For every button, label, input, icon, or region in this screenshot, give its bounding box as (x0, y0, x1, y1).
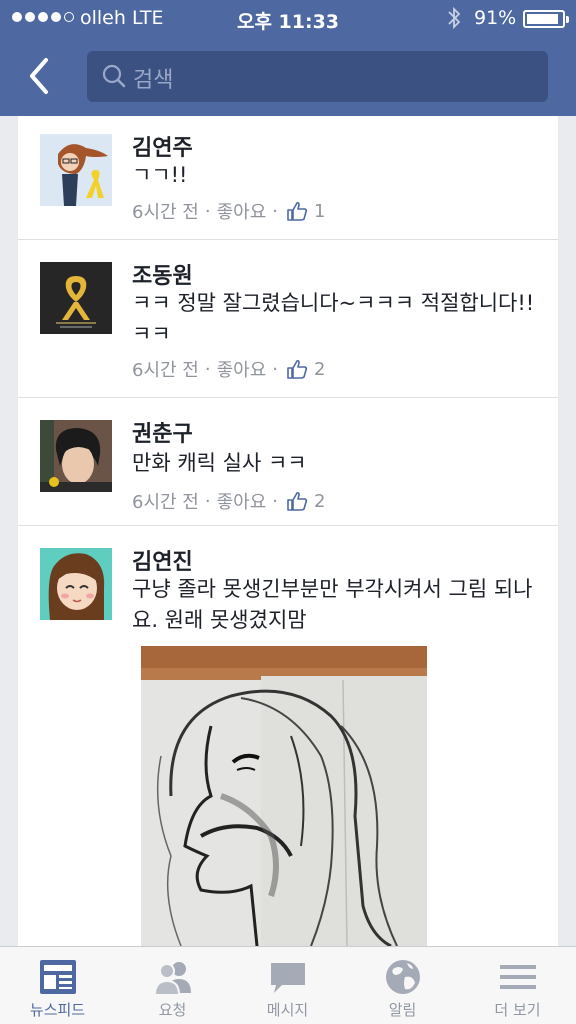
comment-item: 김연주 ㄱㄱ!! 6시간 전 · 좋아요 · 1 (18, 116, 558, 240)
tab-label: 뉴스피드 (29, 1001, 86, 1019)
comment-author[interactable]: 권춘구 (132, 416, 193, 448)
comment-meta: 6시간 전 · 좋아요 · 2 (132, 488, 325, 514)
status-bar: olleh LTE 오후 11:33 91% (0, 0, 576, 38)
tab-label: 알림 (388, 1001, 417, 1019)
comment-item: 권춘구 만화 캐릭 실사 ㅋㅋ 6시간 전 · 좋아요 · 2 (18, 398, 558, 526)
comment-meta: 6시간 전 · 좋아요 · 2 (132, 356, 325, 382)
tab-notifications[interactable]: 알림 (345, 947, 460, 1024)
comment-text: 만화 캐릭 실사 ㅋㅋ (132, 451, 307, 475)
comment-author[interactable]: 김연주 (132, 130, 193, 162)
separator: · (204, 200, 211, 222)
comment-meta: 6시간 전 · 좋아요 · 1 (132, 198, 325, 224)
like-count[interactable]: 2 (314, 491, 325, 512)
tab-more[interactable]: 더 보기 (460, 947, 575, 1024)
comment-time: 6시간 전 (132, 202, 199, 223)
tab-news-feed[interactable]: 뉴스피드 (0, 947, 115, 1024)
separator: · (272, 490, 279, 512)
friend-requests-icon (153, 962, 191, 996)
avatar[interactable] (40, 262, 112, 334)
like-count[interactable]: 1 (314, 201, 325, 222)
comments-list: 김연주 ㄱㄱ!! 6시간 전 · 좋아요 · 1 조동원 ㅋㅋ 정말 잘그렸습니… (18, 116, 558, 946)
menu-icon (500, 965, 536, 989)
avatar[interactable] (40, 420, 112, 492)
news-feed-icon (40, 960, 76, 994)
like-button[interactable]: 좋아요 (217, 356, 267, 382)
comment-text: 구냥 졸라 못생긴부분만 부각시켜서 그림 되나요. 원래 못생겼지맘 (132, 577, 533, 632)
bottom-tab-bar: 뉴스피드 요청 메시지 알림 더 보기 (0, 946, 576, 1024)
like-button[interactable]: 좋아요 (217, 198, 267, 224)
separator: · (204, 358, 211, 380)
tab-requests[interactable]: 요청 (115, 947, 230, 1024)
comment-item: 조동원 ㅋㅋ 정말 잘그렸습니다~ㅋㅋㅋ 적절합니다!!ㅋㅋ 6시간 전 · 좋… (18, 240, 558, 398)
back-chevron-icon[interactable] (24, 56, 54, 96)
avatar[interactable] (40, 548, 112, 620)
search-icon (102, 64, 126, 88)
like-count[interactable]: 2 (314, 359, 325, 380)
tab-messages[interactable]: 메시지 (230, 947, 345, 1024)
comment-author[interactable]: 김연진 (132, 544, 193, 576)
comment-text: ㅋㅋ 정말 잘그렸습니다~ㅋㅋㅋ 적절합니다!!ㅋㅋ (132, 291, 535, 346)
separator: · (272, 358, 279, 380)
comment-time: 6시간 전 (132, 492, 199, 513)
comment-author[interactable]: 조동원 (132, 258, 193, 290)
thumbs-up-icon (287, 359, 308, 379)
notifications-globe-icon (386, 960, 420, 994)
top-bar: olleh LTE 오후 11:33 91% 검색 (0, 0, 576, 116)
comment-text: ㄱㄱ!! (132, 163, 188, 187)
separator: · (272, 200, 279, 222)
comment-photo[interactable] (141, 646, 427, 946)
battery-percent: 91% (474, 7, 517, 29)
tab-label: 요청 (158, 1001, 187, 1019)
bluetooth-icon (448, 6, 461, 30)
battery-icon (523, 10, 569, 28)
avatar[interactable] (40, 134, 112, 206)
messages-icon (271, 963, 305, 993)
search-placeholder: 검색 (133, 68, 174, 93)
comment-time: 6시간 전 (132, 360, 199, 381)
separator: · (204, 490, 211, 512)
like-button[interactable]: 좋아요 (217, 488, 267, 514)
tab-label: 메시지 (266, 1001, 309, 1019)
thumbs-up-icon (287, 491, 308, 511)
tab-label: 더 보기 (494, 1001, 541, 1019)
search-input[interactable]: 검색 (87, 51, 548, 102)
thumbs-up-icon (287, 201, 308, 221)
